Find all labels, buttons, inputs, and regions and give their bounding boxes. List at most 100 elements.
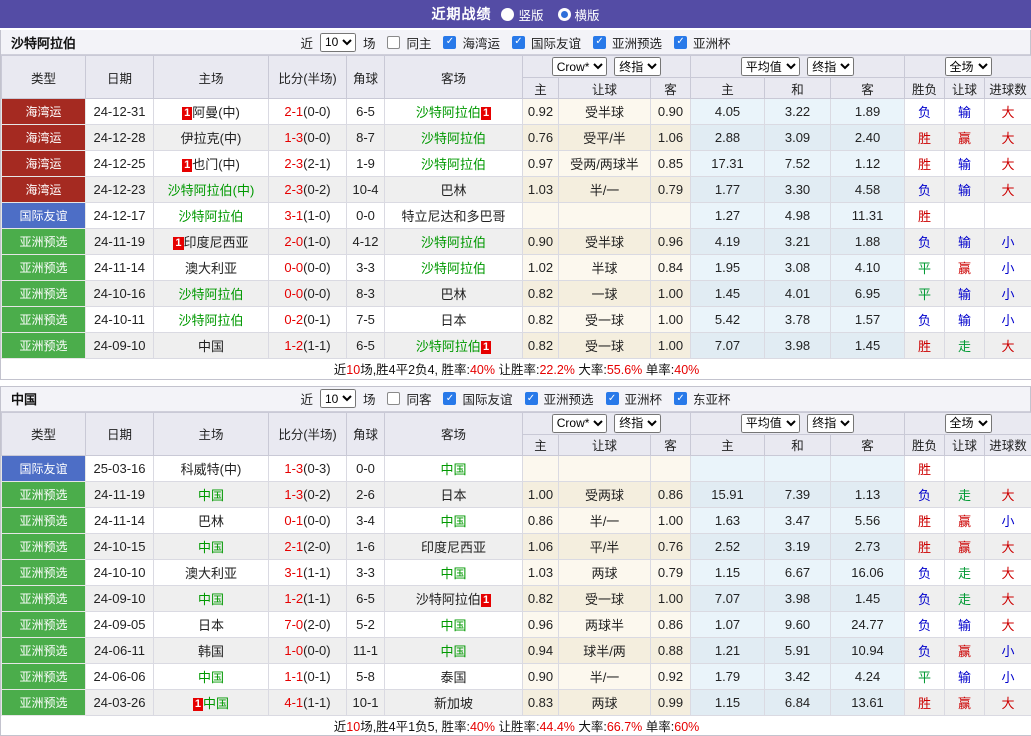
games-label: 场 <box>363 33 376 52</box>
col-result-goals: 进球数 <box>985 434 1031 455</box>
avg-home-cell <box>691 455 765 481</box>
corner-cell: 2-6 <box>347 481 385 507</box>
team-name: 中国 <box>198 540 224 555</box>
odds-home-cell <box>523 455 559 481</box>
col-corner: 角球 <box>347 412 385 455</box>
same-away-checkbox[interactable] <box>387 392 400 405</box>
full-match-select[interactable]: 全场 <box>945 57 992 76</box>
red-card-badge: 1 <box>481 341 491 354</box>
handicap-cell <box>559 455 651 481</box>
odds-home-cell: 0.82 <box>523 307 559 333</box>
avg-home-cell: 1.45 <box>691 281 765 307</box>
average-select[interactable]: 平均值 <box>741 414 800 433</box>
league-checkbox-2[interactable] <box>593 36 606 49</box>
odds-away-cell: 1.00 <box>651 333 691 359</box>
league-checkbox-3[interactable] <box>674 36 687 49</box>
avg-draw-cell: 5.91 <box>765 637 831 663</box>
average-odds-header: 平均值 终指 <box>691 412 905 434</box>
home-team-cell: 中国 <box>154 481 269 507</box>
corner-cell: 3-4 <box>347 507 385 533</box>
match-count-select[interactable]: 10 <box>320 33 356 52</box>
avg-home-cell: 2.52 <box>691 533 765 559</box>
home-team-cell: 沙特阿拉伯 <box>154 281 269 307</box>
avg-draw-cell: 3.08 <box>765 255 831 281</box>
col-result-goals: 进球数 <box>985 78 1031 99</box>
average-select[interactable]: 平均值 <box>741 57 800 76</box>
date-cell: 24-12-23 <box>86 177 154 203</box>
layout-vertical-option[interactable]: 竖版 <box>501 5 543 24</box>
result-wdl-cell: 负 <box>905 481 945 507</box>
result-wdl-cell: 负 <box>905 177 945 203</box>
result-handicap-cell: 输 <box>945 663 985 689</box>
date-cell: 24-12-28 <box>86 125 154 151</box>
result-goals-cell: 小 <box>985 229 1031 255</box>
odds-away-cell: 1.00 <box>651 307 691 333</box>
avg-draw-cell: 3.19 <box>765 533 831 559</box>
team-name: 中国 <box>203 696 229 711</box>
away-team-cell: 日本 <box>385 307 523 333</box>
date-cell: 24-11-19 <box>86 229 154 255</box>
col-odds-home: 主 <box>523 434 559 455</box>
handicap-cell: 两球 <box>559 559 651 585</box>
horizontal-radio-icon[interactable] <box>558 8 571 21</box>
odds-home-cell: 0.82 <box>523 281 559 307</box>
home-team-cell: 中国 <box>154 585 269 611</box>
team-name: 科威特(中) <box>181 462 242 477</box>
league-checkbox-0[interactable] <box>443 36 456 49</box>
result-wdl-cell: 负 <box>905 307 945 333</box>
final-odds-select[interactable]: 终指 <box>614 57 661 76</box>
red-card-badge: 1 <box>193 698 203 711</box>
league-label-3: 亚洲杯 <box>693 33 731 52</box>
odds-home-cell: 1.02 <box>523 255 559 281</box>
col-avg-home: 主 <box>691 434 765 455</box>
away-team-cell: 中国 <box>385 507 523 533</box>
avg-draw-cell <box>765 455 831 481</box>
full-match-select[interactable]: 全场 <box>945 414 992 433</box>
score-cell: 7-0(2-0) <box>269 611 347 637</box>
vertical-radio-label: 竖版 <box>518 5 543 24</box>
final-avg-select[interactable]: 终指 <box>807 57 854 76</box>
result-handicap-cell: 赢 <box>945 507 985 533</box>
league-label-0: 海湾运 <box>462 33 500 52</box>
avg-away-cell: 4.10 <box>831 255 905 281</box>
result-goals-cell: 大 <box>985 125 1031 151</box>
col-away: 客场 <box>385 56 523 99</box>
odds-away-cell: 1.00 <box>651 281 691 307</box>
league-checkbox-3[interactable] <box>674 392 687 405</box>
layout-horizontal-option[interactable]: 横版 <box>558 5 600 24</box>
team-name: 阿曼(中) <box>192 105 240 120</box>
result-goals-cell: 小 <box>985 307 1031 333</box>
team-name: 中国 <box>440 566 466 581</box>
same-home-checkbox[interactable] <box>387 36 400 49</box>
league-checkbox-1[interactable] <box>525 392 538 405</box>
odds-home-cell: 0.90 <box>523 229 559 255</box>
odds-home-cell: 0.83 <box>523 689 559 715</box>
result-handicap-cell: 走 <box>945 481 985 507</box>
match-count-select[interactable]: 10 <box>320 389 356 408</box>
bookmaker-select[interactable]: Crow* <box>552 414 607 433</box>
bookmaker-select[interactable]: Crow* <box>552 57 607 76</box>
final-avg-select[interactable]: 终指 <box>807 414 854 433</box>
league-label-3: 东亚杯 <box>693 389 731 408</box>
vertical-radio-icon[interactable] <box>501 8 514 21</box>
league-checkbox-2[interactable] <box>606 392 619 405</box>
match-row: 亚洲预选24-03-261中国4-1(1-1)10-1新加坡0.83两球0.99… <box>2 689 1031 715</box>
result-goals-cell <box>985 455 1031 481</box>
result-handicap-cell: 走 <box>945 559 985 585</box>
odds-away-cell: 0.79 <box>651 559 691 585</box>
avg-draw-cell: 4.98 <box>765 203 831 229</box>
odds-away-cell: 1.00 <box>651 585 691 611</box>
team-name: 沙特阿拉伯 <box>421 157 486 172</box>
avg-away-cell: 1.13 <box>831 481 905 507</box>
odds-home-cell: 0.96 <box>523 611 559 637</box>
league-checkbox-1[interactable] <box>512 36 525 49</box>
league-cell: 亚洲预选 <box>2 307 86 333</box>
team-name: 泰国 <box>440 670 466 685</box>
final-odds-select[interactable]: 终指 <box>614 414 661 433</box>
league-checkbox-0[interactable] <box>443 392 456 405</box>
score-cell: 2-3(0-2) <box>269 177 347 203</box>
result-header: 全场 <box>905 56 1031 78</box>
avg-away-cell: 16.06 <box>831 559 905 585</box>
league-cell: 国际友谊 <box>2 203 86 229</box>
col-score: 比分(半场) <box>269 412 347 455</box>
